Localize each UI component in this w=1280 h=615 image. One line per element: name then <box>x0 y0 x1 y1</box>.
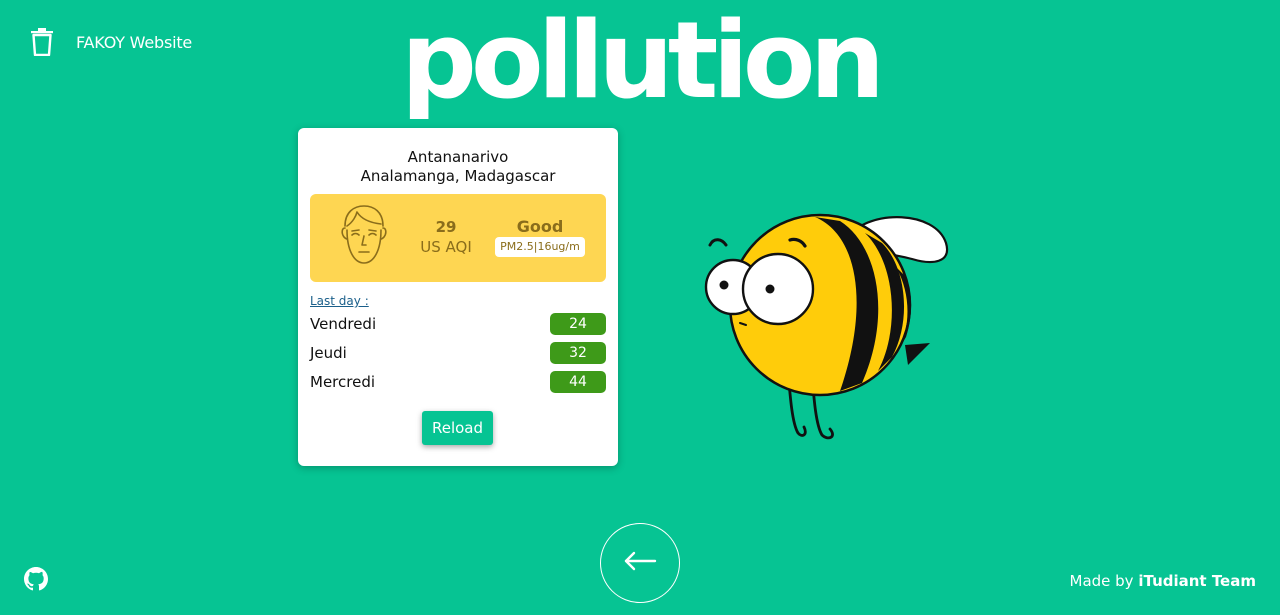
history-value-badge: 24 <box>550 312 606 335</box>
credit: Made by iTudiant Team <box>1070 572 1257 590</box>
aqi-summary: 29 US AQI Good PM2.5|16ug/m <box>310 194 606 282</box>
history-value-badge: 32 <box>550 341 606 364</box>
arrow-left-icon <box>623 551 657 575</box>
aqi-unit: US AQI <box>420 238 472 256</box>
last-day-link[interactable]: Last day : <box>310 294 369 308</box>
history-day: Vendredi <box>310 314 377 333</box>
page-title: pollution <box>400 0 885 122</box>
city-name: Antananarivo <box>407 148 509 166</box>
github-link[interactable] <box>24 567 48 595</box>
air-quality-card: Antananarivo Analamanga, Madagascar 29 U… <box>298 128 618 466</box>
history-value-badge: 44 <box>550 370 606 393</box>
bee-illustration <box>700 205 960 449</box>
neutral-face-icon <box>338 204 390 270</box>
region-name: Analamanga, Madagascar <box>360 167 556 185</box>
history-day: Mercredi <box>310 372 376 391</box>
history-row: Jeudi 32 <box>310 338 606 367</box>
history-row: Mercredi 44 <box>310 367 606 396</box>
aqi-level: Good <box>516 217 564 236</box>
credit-prefix: Made by <box>1069 572 1134 590</box>
back-button[interactable] <box>600 523 680 603</box>
location: Antananarivo Analamanga, Madagascar <box>310 148 606 186</box>
github-icon <box>24 567 48 595</box>
reload-button[interactable]: Reload <box>422 411 493 445</box>
credit-team-link[interactable]: iTudiant Team <box>1138 572 1256 590</box>
aqi-value: 29 <box>435 218 457 236</box>
history-day: Jeudi <box>310 343 347 362</box>
pollutant-badge: PM2.5|16ug/m <box>495 237 585 257</box>
history-row: Vendredi 24 <box>310 309 606 338</box>
